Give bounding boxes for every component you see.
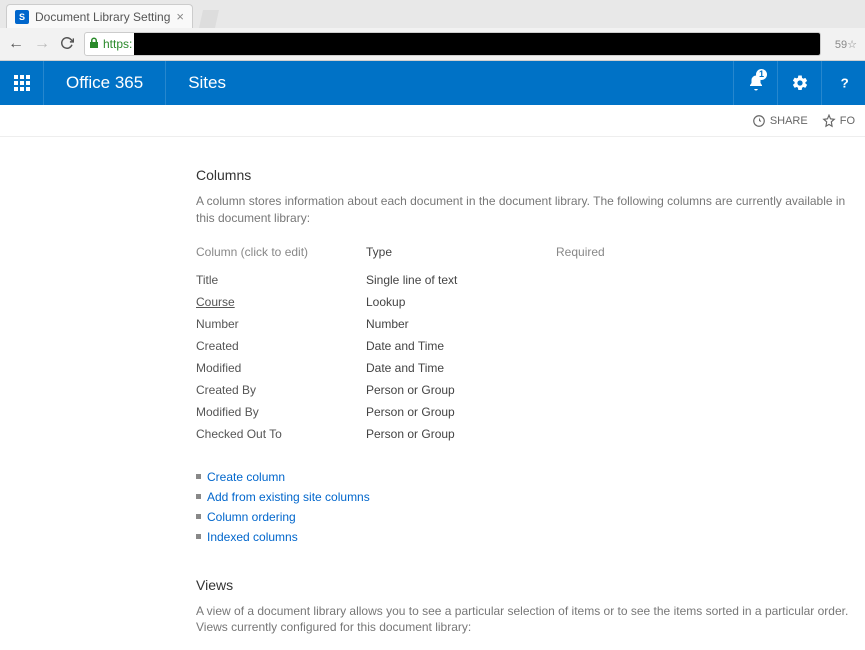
column-type: Date and Time	[366, 361, 556, 375]
column-type: Single line of text	[366, 273, 556, 287]
svg-text:?: ?	[840, 76, 848, 91]
bullet-icon	[196, 474, 201, 479]
new-tab-button[interactable]	[199, 10, 219, 28]
header-type: Type	[366, 245, 556, 259]
help-button[interactable]: ?	[821, 61, 865, 105]
column-type: Number	[366, 317, 556, 331]
gear-icon	[791, 74, 809, 92]
help-icon: ?	[836, 75, 852, 91]
columns-table: Column (click to edit) Type Required Tit…	[196, 241, 865, 445]
table-row: ModifiedDate and Time	[196, 357, 865, 379]
table-row: Checked Out ToPerson or Group	[196, 423, 865, 445]
browser-tab[interactable]: S Document Library Setting ×	[6, 4, 193, 28]
follow-button[interactable]: FO	[822, 114, 855, 128]
app-launcher-button[interactable]	[0, 61, 44, 105]
close-tab-icon[interactable]: ×	[176, 9, 184, 24]
column-name-link[interactable]: Title	[196, 273, 366, 287]
views-heading: Views	[196, 577, 865, 593]
table-row: CreatedDate and Time	[196, 335, 865, 357]
browser-chrome: S Document Library Setting × ← → https: …	[0, 0, 865, 61]
bullet-icon	[196, 494, 201, 499]
notifications-button[interactable]: 1	[733, 61, 777, 105]
column-name-link[interactable]: Modified	[196, 361, 366, 375]
table-row: NumberNumber	[196, 313, 865, 335]
columns-heading: Columns	[196, 167, 865, 183]
forward-button: →	[34, 35, 50, 53]
star-icon	[822, 114, 836, 128]
reload-button[interactable]	[60, 36, 74, 53]
column-required	[556, 427, 676, 441]
column-required	[556, 317, 676, 331]
bullet-icon	[196, 534, 201, 539]
tab-title: Document Library Setting	[35, 10, 170, 24]
header-required: Required	[556, 245, 676, 259]
add-existing-columns-link[interactable]: Add from existing site columns	[196, 487, 865, 507]
url-scheme: https:	[103, 37, 134, 51]
column-type: Date and Time	[366, 339, 556, 353]
indexed-columns-link[interactable]: Indexed columns	[196, 527, 865, 547]
columns-section: Columns A column stores information abou…	[196, 167, 865, 547]
column-name-link[interactable]: Number	[196, 317, 366, 331]
create-column-link[interactable]: Create column	[196, 467, 865, 487]
nav-bar: ← → https: 59☆	[0, 28, 865, 60]
column-required	[556, 383, 676, 397]
lock-icon	[85, 37, 103, 52]
columns-table-header: Column (click to edit) Type Required	[196, 241, 865, 263]
table-row: CourseLookup	[196, 291, 865, 313]
column-type: Person or Group	[366, 383, 556, 397]
column-name-link[interactable]: Checked Out To	[196, 427, 366, 441]
column-required	[556, 295, 676, 309]
column-name-link[interactable]: Modified By	[196, 405, 366, 419]
url-redacted	[134, 33, 820, 55]
sharepoint-favicon-icon: S	[15, 10, 29, 24]
table-row: TitleSingle line of text	[196, 269, 865, 291]
views-description: A view of a document library allows you …	[196, 603, 865, 637]
table-row: Modified ByPerson or Group	[196, 401, 865, 423]
brand-label[interactable]: Office 365	[44, 61, 166, 105]
column-required	[556, 405, 676, 419]
app-name-label[interactable]: Sites	[166, 61, 248, 105]
url-bar[interactable]: https:	[84, 32, 821, 56]
column-required	[556, 273, 676, 287]
settings-button[interactable]	[777, 61, 821, 105]
back-button[interactable]: ←	[8, 35, 24, 53]
column-type: Person or Group	[366, 405, 556, 419]
column-required	[556, 361, 676, 375]
column-required	[556, 339, 676, 353]
column-type: Person or Group	[366, 427, 556, 441]
tab-strip: S Document Library Setting ×	[0, 0, 865, 28]
column-name-link[interactable]: Created	[196, 339, 366, 353]
bullet-icon	[196, 514, 201, 519]
column-name-link[interactable]: Created By	[196, 383, 366, 397]
suite-bar: Office 365 Sites 1 ?	[0, 61, 865, 105]
waffle-icon	[14, 75, 30, 91]
header-column-name: Column (click to edit)	[196, 245, 366, 259]
table-row: Created ByPerson or Group	[196, 379, 865, 401]
url-suffix: 59☆	[831, 38, 857, 51]
page-content: Columns A column stores information abou…	[0, 137, 865, 636]
column-ordering-link[interactable]: Column ordering	[196, 507, 865, 527]
page-action-bar: SHARE FO	[0, 105, 865, 137]
column-name-link[interactable]: Course	[196, 295, 366, 309]
share-button[interactable]: SHARE	[752, 114, 808, 128]
columns-description: A column stores information about each d…	[196, 193, 865, 227]
share-icon	[752, 114, 766, 128]
column-type: Lookup	[366, 295, 556, 309]
notification-badge: 1	[756, 69, 767, 80]
column-action-links: Create column Add from existing site col…	[196, 467, 865, 547]
